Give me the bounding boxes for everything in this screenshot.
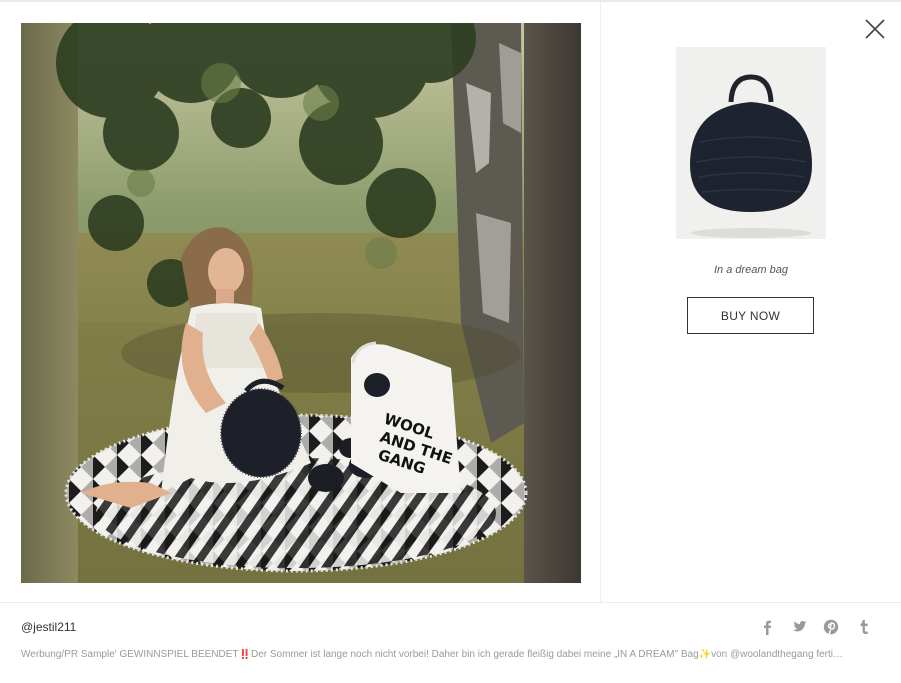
- post-caption: Werbung/PR Sample' GEWINNSPIEL BEENDET‼️…: [21, 649, 843, 660]
- tumblr-icon: [860, 620, 868, 634]
- share-pinterest-button[interactable]: [821, 617, 841, 637]
- post-photo: WOOL AND THE GANG: [21, 23, 581, 583]
- post-username[interactable]: @jestil211: [21, 620, 76, 634]
- product-image[interactable]: [676, 47, 826, 239]
- product-name: In a dream bag: [714, 264, 788, 276]
- share-tumblr-button[interactable]: [854, 617, 874, 637]
- pinterest-icon: [823, 619, 839, 635]
- post-footer: @jestil211 Werbung/PR Sample' GEWINNSPIE…: [0, 603, 901, 683]
- share-facebook-button[interactable]: [757, 617, 777, 637]
- buy-now-button[interactable]: BUY NOW: [687, 297, 814, 334]
- product-panel: In a dream bag BUY NOW: [601, 2, 901, 602]
- post-lightbox: WOOL AND THE GANG In a dream bag BUY NOW…: [0, 2, 901, 683]
- facebook-icon: [764, 620, 771, 635]
- share-twitter-button[interactable]: [789, 617, 809, 637]
- twitter-icon: [792, 621, 807, 632]
- media-pane: WOOL AND THE GANG: [0, 2, 600, 602]
